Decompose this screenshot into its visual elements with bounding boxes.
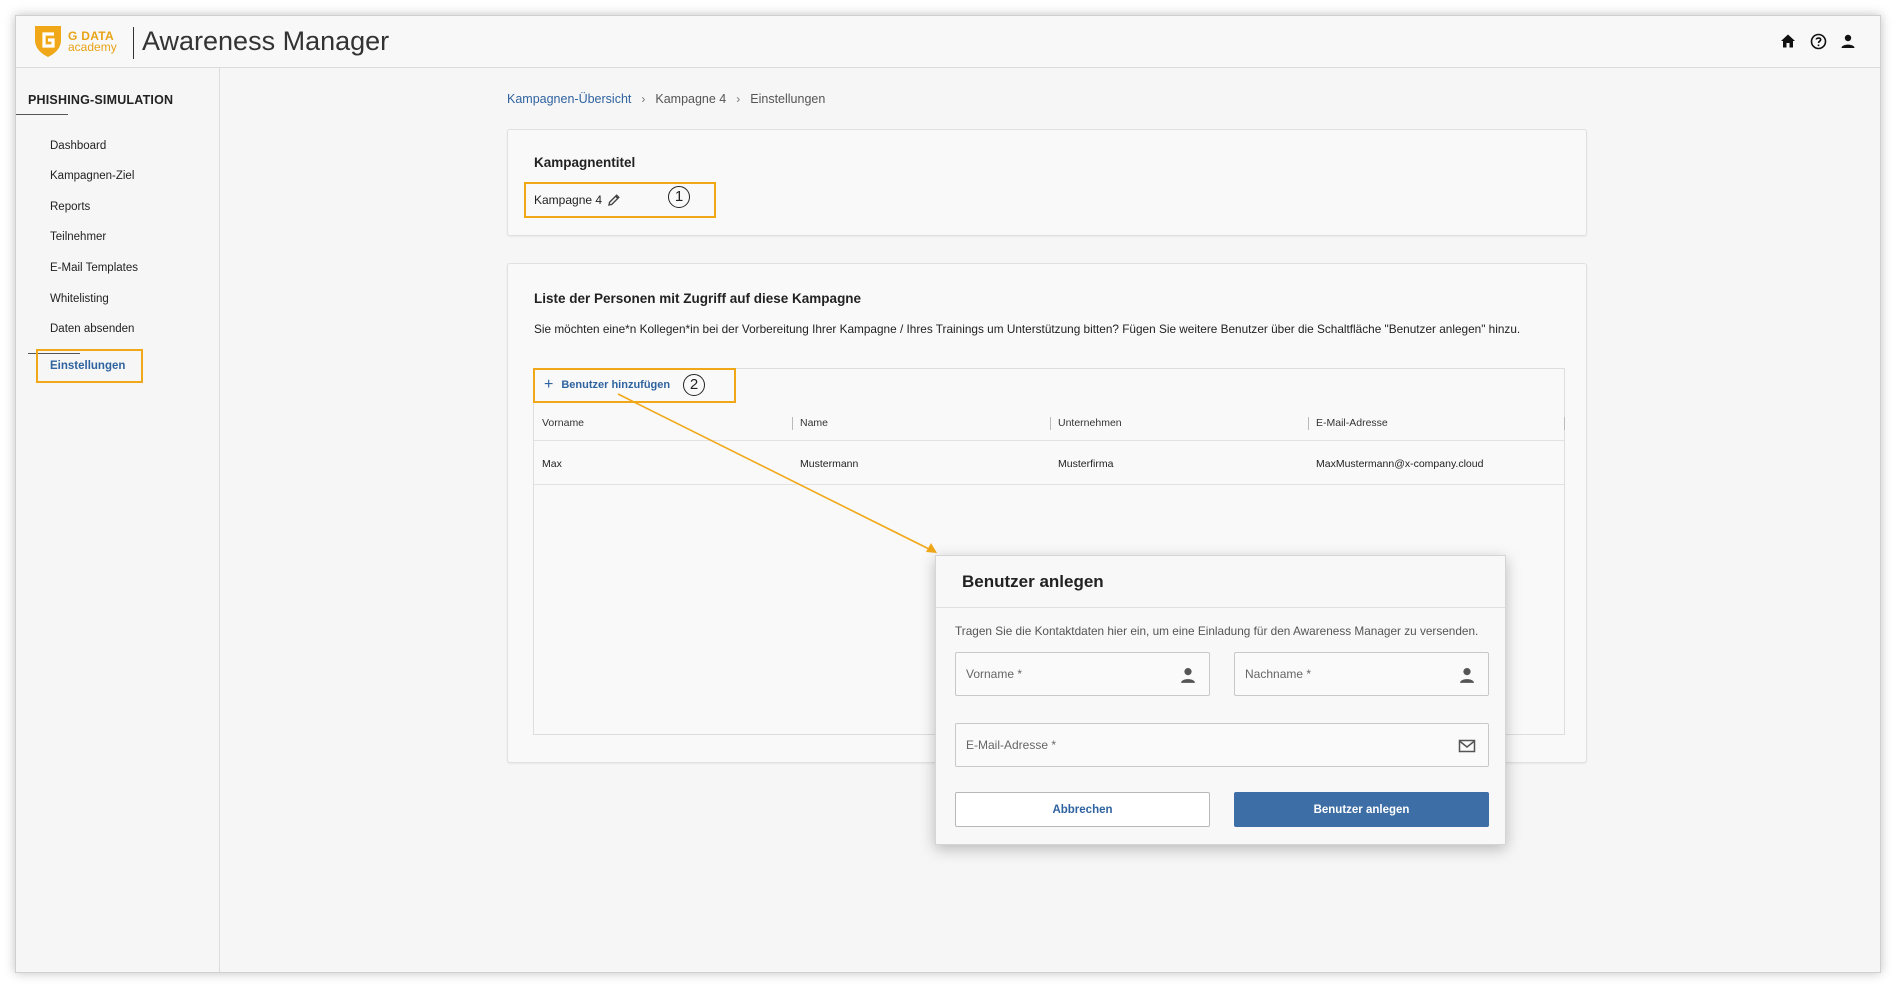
breadcrumb-kampagne[interactable]: Kampagne 4 <box>655 92 726 106</box>
firstname-input[interactable] <box>956 653 1209 695</box>
cancel-button[interactable]: Abbrechen <box>955 792 1210 827</box>
lastname-field[interactable] <box>1234 652 1489 696</box>
cell-email: MaxMustermann@x-company.cloud <box>1316 458 1484 470</box>
column-header-vorname[interactable]: Vorname <box>542 417 584 429</box>
person-icon <box>1460 668 1474 683</box>
chevron-right-icon: › <box>641 92 646 106</box>
sidebar: PHISHING-SIMULATION Dashboard Kampagnen-… <box>16 68 220 972</box>
firstname-field[interactable] <box>955 652 1210 696</box>
column-separator <box>792 417 793 430</box>
cell-vorname: Max <box>542 458 562 470</box>
header-actions <box>1778 31 1858 51</box>
sidebar-item-kampagnen-ziel[interactable]: Kampagnen-Ziel <box>50 170 134 182</box>
sidebar-item-whitelisting[interactable]: Whitelisting <box>50 293 109 305</box>
sidebar-item-reports[interactable]: Reports <box>50 201 90 213</box>
plus-icon: + <box>544 376 554 393</box>
sidebar-item-daten-absenden[interactable]: Daten absenden <box>50 323 134 335</box>
help-icon[interactable] <box>1808 31 1828 51</box>
dialog-description: Tragen Sie die Kontaktdaten hier ein, um… <box>955 624 1479 638</box>
dialog-divider <box>936 607 1505 608</box>
person-icon <box>1181 668 1195 683</box>
email-field[interactable] <box>955 723 1489 767</box>
sidebar-item-einstellungen[interactable]: Einstellungen <box>50 360 125 372</box>
app-window: G DATA academy Awareness Manager PHISHIN… <box>15 15 1881 973</box>
dialog-title: Benutzer anlegen <box>962 572 1104 591</box>
sidebar-section-title: PHISHING-SIMULATION <box>28 93 174 107</box>
campaign-name: Kampagne 4 <box>534 193 603 207</box>
access-list-title: Liste der Personen mit Zugriff auf diese… <box>534 291 862 306</box>
campaign-title-card: Kampagnentitel Kampagne 4 1 <box>507 129 1587 236</box>
campaign-title-label: Kampagnentitel <box>534 155 636 170</box>
brand-subname: academy <box>68 40 117 54</box>
user-icon[interactable] <box>1838 31 1858 51</box>
campaign-name-row[interactable]: Kampagne 4 <box>534 193 621 207</box>
gdata-logo-icon <box>35 26 61 57</box>
mail-icon <box>1458 739 1476 753</box>
app-header: G DATA academy Awareness Manager <box>16 16 1880 68</box>
access-list-description: Sie möchten eine*n Kollegen*in bei der V… <box>534 322 1521 336</box>
cell-unternehmen: Musterfirma <box>1058 458 1114 470</box>
edit-pencil-icon[interactable] <box>607 193 621 207</box>
table-row[interactable]: Max Mustermann Musterfirma MaxMustermann… <box>534 441 1564 485</box>
sidebar-item-email-templates[interactable]: E-Mail Templates <box>50 262 138 274</box>
create-user-dialog: Benutzer anlegen Tragen Sie die Kontaktd… <box>935 555 1506 845</box>
header-divider <box>133 27 134 59</box>
column-separator <box>1308 417 1309 430</box>
sidebar-rule <box>16 114 68 115</box>
cell-name: Mustermann <box>800 458 859 470</box>
create-user-button[interactable]: Benutzer anlegen <box>1234 792 1489 827</box>
callout-number-2: 2 <box>683 374 705 396</box>
column-header-email[interactable]: E-Mail-Adresse <box>1316 417 1388 429</box>
callout-number-1: 1 <box>668 186 690 208</box>
sidebar-item-dashboard[interactable]: Dashboard <box>50 140 106 152</box>
home-icon[interactable] <box>1778 31 1798 51</box>
column-header-unternehmen[interactable]: Unternehmen <box>1058 417 1122 429</box>
email-input[interactable] <box>956 724 1488 766</box>
breadcrumb-kampagnen-uebersicht[interactable]: Kampagnen-Übersicht <box>507 92 631 106</box>
add-user-label: Benutzer hinzufügen <box>561 379 671 391</box>
column-separator <box>1050 417 1051 430</box>
app-title: Awareness Manager <box>142 26 390 56</box>
chevron-right-icon: › <box>736 92 741 106</box>
sidebar-item-teilnehmer[interactable]: Teilnehmer <box>50 231 106 243</box>
column-header-name[interactable]: Name <box>800 417 828 429</box>
add-user-button[interactable]: + Benutzer hinzufügen <box>544 376 671 393</box>
breadcrumb: Kampagnen-Übersicht › Kampagne 4 › Einst… <box>507 92 825 106</box>
table-header: Vorname Name Unternehmen E-Mail-Adresse <box>534 405 1565 441</box>
lastname-input[interactable] <box>1235 653 1488 695</box>
column-separator <box>1564 417 1565 430</box>
breadcrumb-current: Einstellungen <box>750 92 826 106</box>
